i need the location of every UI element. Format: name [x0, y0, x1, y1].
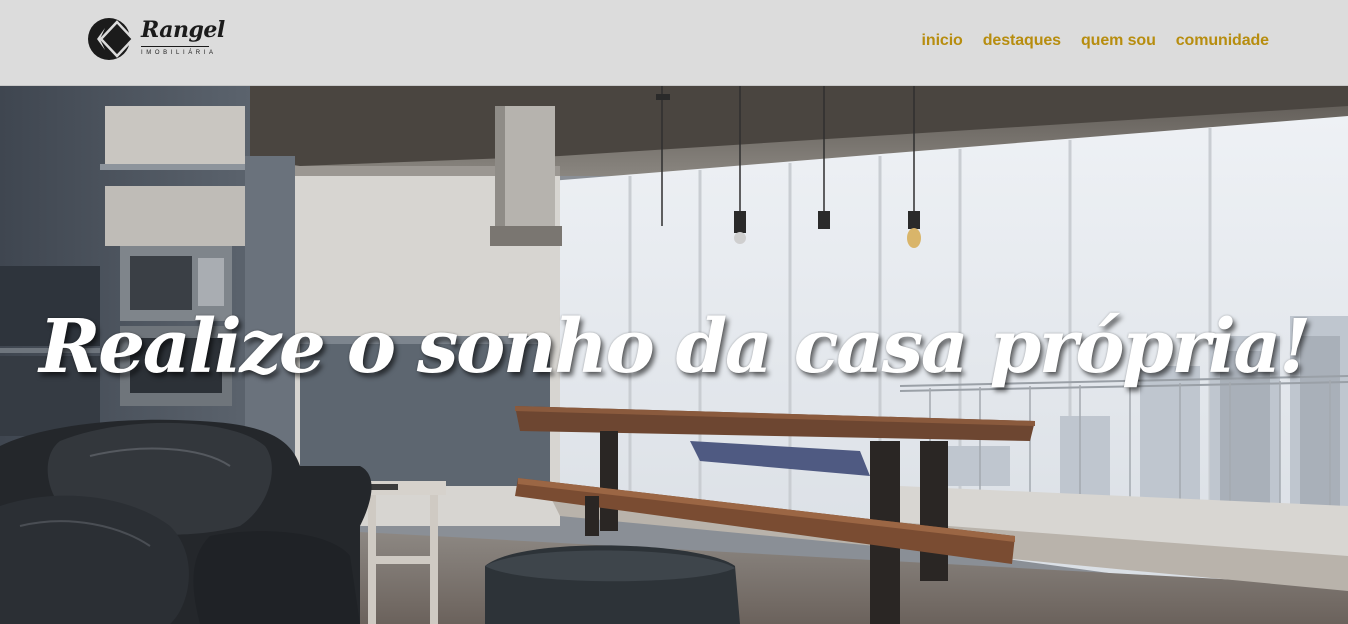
nav-link-comunidade[interactable]: comunidade [1176, 31, 1269, 51]
site-header: Rangel IMOBILIÁRIA inicio destaques quem… [0, 0, 1348, 86]
hero-title: Realize o sonho da casa própria! [39, 304, 1311, 390]
brand-logo[interactable]: Rangel IMOBILIÁRIA [88, 15, 225, 63]
nav-link-quem-sou[interactable]: quem sou [1081, 31, 1156, 51]
nav-link-inicio[interactable]: inicio [922, 31, 963, 51]
brand-divider [141, 46, 209, 47]
diamond-chevron-logo-icon [88, 18, 134, 60]
nav-link-destaques[interactable]: destaques [983, 31, 1061, 51]
brand-name: Rangel [141, 17, 225, 43]
main-nav: inicio destaques quem sou comunidade [902, 31, 1270, 51]
hero-banner: Realize o sonho da casa própria! [0, 86, 1348, 624]
brand-subtitle: IMOBILIÁRIA [141, 50, 217, 56]
